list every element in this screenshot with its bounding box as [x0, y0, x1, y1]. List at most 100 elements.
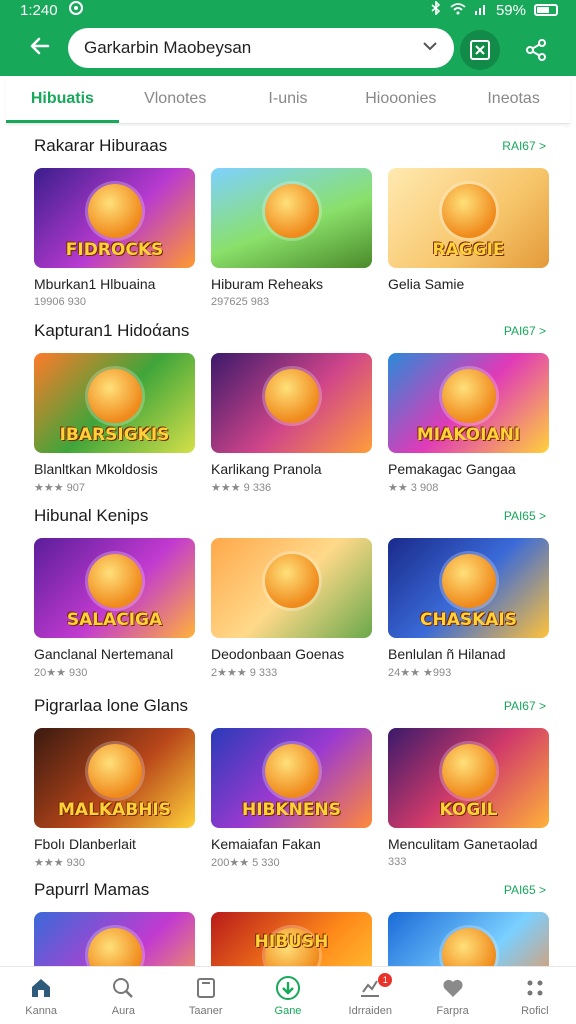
nav-search[interactable]: Aura [82, 967, 164, 1024]
game-title: Hiburam Reheaks [211, 276, 324, 292]
nav-games[interactable]: Gane [247, 967, 329, 1024]
game-thumbnail: HIBUSH [211, 912, 372, 968]
game-thumbnail: SALACIGA [34, 538, 195, 638]
section-more-link[interactable]: PAI67 > [504, 699, 546, 713]
section: Papurrl Mamas PAI65 > HIBUSH [34, 878, 549, 968]
share-button[interactable] [516, 30, 556, 70]
game-thumbnail: RAGGIE [388, 168, 549, 268]
section-more-link[interactable]: PAI65 > [504, 883, 546, 897]
game-thumbnail [34, 912, 195, 968]
search-input[interactable]: Garkarbin Maobeysan [68, 28, 454, 68]
game-card[interactable]: Deodonbaan Goenas 2★★★ 9 333 [211, 538, 372, 679]
tab-2[interactable]: I-unis [232, 76, 345, 123]
tab-1[interactable]: Vlonotes [119, 76, 232, 123]
section-more-link[interactable]: PAI67 > [504, 324, 546, 338]
game-card[interactable]: FIDROCKS Mburkan1 Hlbuaina 19906 930 [34, 168, 195, 308]
game-thumbnail [211, 538, 372, 638]
game-title: Blanltkan Mkoldosis [34, 461, 158, 477]
tab-0[interactable]: Hibuatis [6, 76, 119, 123]
game-card[interactable]: KOGIL Menculitam Ganeτaolad 333 [388, 728, 549, 869]
game-title: Kemaiafan Fakan [211, 836, 321, 852]
game-logo-text: HIBUSH [254, 932, 329, 952]
section-title: Rakarar Hiburaas [34, 136, 168, 155]
game-meta: ★★★ 907 [34, 482, 85, 494]
nav-tablet[interactable]: Taaner [165, 967, 247, 1024]
game-card[interactable] [34, 912, 195, 968]
game-logo-text: CHASKAIS [419, 610, 517, 630]
battery-icon [534, 4, 558, 16]
chevron-down-icon[interactable] [422, 39, 438, 57]
game-thumbnail [211, 168, 372, 268]
game-card[interactable]: IBARSIGKIS Blanltkan Mkoldosis ★★★ 907 [34, 353, 195, 494]
game-title: Karlikang Pranola [211, 461, 322, 477]
game-card[interactable]: MIAKOIANI Pemakagac Gangaa ★★ 3 908 [388, 353, 549, 494]
game-meta: 24★★ ★993 [388, 667, 452, 679]
section-title: Hibunal Kenips [34, 506, 149, 525]
game-thumbnail: FIDROCKS [34, 168, 195, 268]
back-arrow-icon[interactable] [22, 32, 58, 68]
game-card[interactable]: Karlikang Pranola ★★★ 9 336 [211, 353, 372, 494]
nav-updates[interactable]: 1 Idrraiden [329, 967, 411, 1024]
content-feed[interactable]: Rakarar Hiburaas RAI67 > FIDROCKS Mburka… [12, 126, 564, 968]
category-tabs: Hibuatis Vlonotes I-unis Hiooonies Ineot… [6, 76, 570, 124]
signal-icon [474, 2, 488, 19]
game-title: Mburkan1 Hlbuaina [34, 276, 156, 292]
tab-3[interactable]: Hiooonies [344, 76, 457, 123]
game-title: Benlulan ñ Hilanad [388, 646, 506, 662]
nav-label: Taaner [188, 1005, 223, 1017]
game-logo-text: FIDROCKS [65, 240, 164, 260]
game-thumbnail: HIBKNENS [211, 728, 372, 828]
section-title: Kapturan1 Hidoάans [34, 321, 190, 340]
game-logo-text: MIAKOIANI [416, 425, 521, 445]
heart-icon [440, 975, 466, 1001]
game-title: Ganclanal Nertemanal [34, 646, 174, 662]
game-card[interactable] [388, 912, 549, 968]
game-meta: 333 [388, 856, 407, 868]
game-card[interactable]: RAGGIE Gelia Samie [388, 168, 549, 308]
game-card[interactable]: HIBKNENS Kemaiafan Fakan 200★★ 5 330 [211, 728, 372, 869]
game-title: Menculitam Ganeτaolad [388, 836, 538, 852]
notification-icon [68, 0, 84, 20]
game-card[interactable]: HIBUSH [211, 912, 372, 968]
game-logo-text: IBARSIGKIS [59, 425, 170, 445]
game-thumbnail: CHASKAIS [388, 538, 549, 638]
section: Pigrarlaa lone Glans PAI67 > MALKABHIS F… [34, 694, 549, 869]
tab-4[interactable]: Ineotas [457, 76, 570, 123]
game-card[interactable]: MALKABHIS Fbolı Dlanberlait ★★★ 930 [34, 728, 195, 869]
wifi-icon [450, 2, 466, 19]
game-logo-text: KOGIL [439, 800, 498, 820]
game-card[interactable]: Hiburam Reheaks 297625 983 [211, 168, 372, 308]
nav-home[interactable]: Kanna [0, 967, 82, 1024]
bluetooth-icon [430, 0, 442, 19]
status-bar: 1:240 59% [0, 0, 576, 20]
game-thumbnail [388, 912, 549, 968]
game-card[interactable]: SALACIGA Ganclanal Nertemanal 20★★ 930 [34, 538, 195, 679]
notification-badge: 1 [378, 973, 393, 987]
grid-icon [522, 975, 548, 1001]
game-title: Pemakagac Gangaa [388, 461, 516, 477]
game-thumbnail [211, 353, 372, 453]
section-more-link[interactable]: PAI65 > [504, 509, 546, 523]
nav-label: Idrraiden [348, 1005, 392, 1017]
top-app-bar: 1:240 59% Garkarbin Maobeysan [0, 0, 576, 76]
game-meta: ★★★ 930 [34, 857, 85, 869]
game-thumbnail: MALKABHIS [34, 728, 195, 828]
section-more-link[interactable]: RAI67 > [502, 139, 546, 153]
nav-label: Roficl [521, 1005, 549, 1017]
game-meta: 200★★ 5 330 [211, 857, 280, 869]
nav-favorites[interactable]: Farpra [411, 967, 493, 1024]
section: Kapturan1 Hidoάans PAI67 > IBARSIGKIS Bl… [34, 319, 549, 494]
game-thumbnail: KOGIL [388, 728, 549, 828]
game-meta: 297625 983 [211, 296, 270, 308]
home-icon [28, 975, 54, 1001]
download-icon [275, 975, 301, 1001]
game-card[interactable]: CHASKAIS Benlulan ñ Hilanad 24★★ ★993 [388, 538, 549, 679]
battery-percent: 59% [495, 1, 526, 19]
status-time: 1:240 [20, 1, 58, 19]
nav-label: Gane [274, 1005, 302, 1017]
nav-profile[interactable]: Roficl [494, 967, 576, 1024]
game-logo-text: MALKABHIS [58, 800, 171, 820]
game-meta: ★★ 3 908 [388, 482, 439, 494]
section: Hibunal Kenips PAI65 > SALACIGA Ganclana… [34, 504, 549, 679]
close-search-button[interactable] [460, 30, 500, 70]
